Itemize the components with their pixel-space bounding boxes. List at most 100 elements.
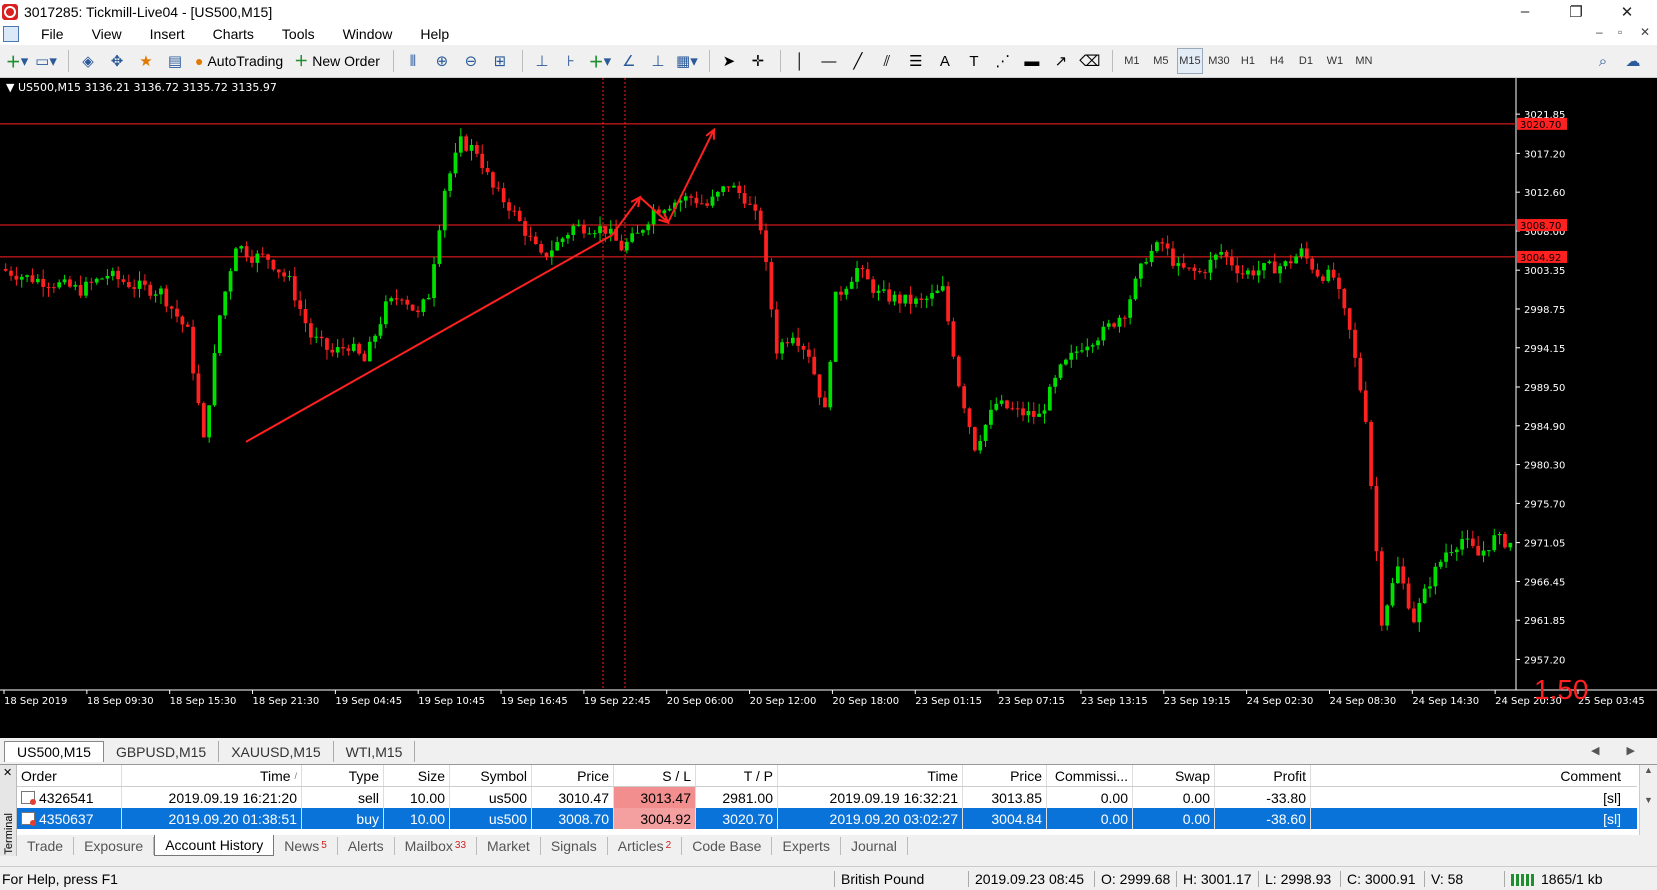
menu-insert[interactable]: Insert (136, 26, 199, 42)
terminal-toggle-icon[interactable]: ▤ (162, 48, 188, 74)
tab-journal[interactable]: Journal (841, 836, 908, 855)
profiles-icon[interactable]: ▭▾ (33, 48, 59, 74)
arrows-icon[interactable]: ↗ (1048, 48, 1074, 74)
col-sl[interactable]: S / L (614, 765, 696, 786)
candle-body (1363, 390, 1368, 422)
timeframe-m1[interactable]: M1 (1119, 48, 1145, 74)
col-close-price[interactable]: Price (963, 765, 1047, 786)
tab-alerts[interactable]: Alerts (338, 836, 395, 855)
cursor-icon[interactable]: ➤ (716, 48, 742, 74)
menu-charts[interactable]: Charts (199, 26, 268, 42)
menu-tools[interactable]: Tools (268, 26, 329, 42)
candle-body (919, 298, 924, 300)
chart-tab-us500[interactable]: US500,M15 (4, 741, 104, 762)
auto-scroll-icon[interactable]: ⊥ (529, 48, 555, 74)
col-symbol[interactable]: Symbol (450, 765, 532, 786)
zoom-out-icon[interactable]: ⊖ (458, 48, 484, 74)
tab-mailbox[interactable]: Mailbox 33 (395, 836, 478, 855)
crosshair-icon[interactable]: ✛ (745, 48, 771, 74)
templates-icon[interactable]: ⊥ (645, 48, 671, 74)
table-scrollbar[interactable]: ▲ ▼ (1639, 765, 1657, 835)
market-watch-icon[interactable]: ◈ (75, 48, 101, 74)
close-button[interactable]: ✕ (1604, 0, 1650, 23)
col-order[interactable]: Order (17, 765, 122, 786)
chart-tab-xauusd[interactable]: XAUUSD,M15 (219, 741, 334, 762)
timeframe-m30[interactable]: M30 (1206, 48, 1232, 74)
navigator-icon[interactable]: ✥ (104, 48, 130, 74)
col-tp[interactable]: T / P (696, 765, 778, 786)
text-label-icon[interactable]: T (961, 48, 987, 74)
col-commission[interactable]: Commissi... (1047, 765, 1133, 786)
menu-window[interactable]: Window (329, 26, 407, 42)
chart-tab-gbpusd[interactable]: GBPUSD,M15 (104, 741, 220, 762)
timeframe-m5[interactable]: M5 (1148, 48, 1174, 74)
timeframe-w1[interactable]: W1 (1322, 48, 1348, 74)
timeframe-h1[interactable]: H1 (1235, 48, 1261, 74)
chart-type-icon[interactable]: ⫴ (400, 48, 426, 74)
child-window-icon[interactable] (3, 26, 19, 42)
table-row[interactable]: 4326541 2019.09.19 16:21:20 sell 10.00 u… (17, 787, 1637, 808)
indicators-icon[interactable]: ＋ ▾ (587, 48, 613, 74)
tile-windows-icon[interactable]: ⊞ (487, 48, 513, 74)
menu-help[interactable]: Help (406, 26, 463, 42)
timeframe-mn[interactable]: MN (1351, 48, 1377, 74)
candle-body (212, 353, 217, 406)
chart-tab-wti[interactable]: WTI,M15 (334, 741, 416, 762)
col-price[interactable]: Price (532, 765, 614, 786)
chart-shift-icon[interactable]: ⊦ (558, 48, 584, 74)
zoom-in-icon[interactable]: ⊕ (429, 48, 455, 74)
gann-icon[interactable]: ⋰ (990, 48, 1016, 74)
col-time[interactable]: Time / (122, 765, 302, 786)
tab-news[interactable]: News 5 (274, 836, 338, 855)
fibonacci-icon[interactable]: ☰ (903, 48, 929, 74)
price-chart[interactable]: 3021.85 3017.20 3012.60 3008.00 3003.35 2998.… (0, 78, 1657, 738)
chart-tab-scroll[interactable]: ◀ ▶ (1591, 744, 1647, 757)
shapes-icon[interactable]: ▬ (1019, 48, 1045, 74)
chart-canvas[interactable]: 3021.853017.203012.603008.003003.352998.… (0, 78, 1657, 738)
toolbar: ＋ ▾ ▭▾ ◈ ✥ ★ ▤ ● AutoTrading ＋ New Order ⫴ … (0, 45, 1657, 78)
autotrading-button[interactable]: ● AutoTrading (191, 48, 287, 74)
tab-trade[interactable]: Trade (17, 836, 75, 855)
tab-articles[interactable]: Articles 2 (608, 836, 683, 855)
mdi-restore-button[interactable]: ▫ (1618, 25, 1622, 39)
terminal-close-button[interactable]: ✕ (3, 766, 12, 779)
favorites-icon[interactable]: ★ (133, 48, 159, 74)
tab-exposure[interactable]: Exposure (74, 836, 155, 855)
new-chart-icon[interactable]: ＋ ▾ (4, 48, 30, 74)
text-icon[interactable]: A (932, 48, 958, 74)
tab-market[interactable]: Market (477, 836, 541, 855)
menu-file[interactable]: File (27, 26, 78, 42)
minimize-button[interactable]: – (1502, 0, 1548, 23)
tab-account-history[interactable]: Account History (154, 835, 275, 856)
col-close-time[interactable]: Time (778, 765, 963, 786)
tab-code-base[interactable]: Code Base (682, 836, 773, 855)
col-profit[interactable]: Profit (1215, 765, 1311, 786)
timeframe-d1[interactable]: D1 (1293, 48, 1319, 74)
col-type[interactable]: Type (302, 765, 384, 786)
new-order-button[interactable]: ＋ New Order (290, 48, 384, 74)
trendline-icon[interactable]: ╱ (845, 48, 871, 74)
mdi-close-button[interactable]: ✕ (1640, 25, 1650, 39)
col-size[interactable]: Size (384, 765, 450, 786)
chat-icon[interactable]: ☁ (1620, 48, 1646, 74)
menu-view[interactable]: View (78, 26, 136, 42)
restore-button[interactable]: ❐ (1553, 0, 1599, 23)
mdi-minimize-button[interactable]: – (1596, 25, 1603, 39)
col-swap[interactable]: Swap (1133, 765, 1215, 786)
table-row-selected[interactable]: 4350637 2019.09.20 01:38:51 buy 10.00 us… (17, 808, 1637, 829)
col-comment[interactable]: Comment (1311, 765, 1625, 786)
search-icon[interactable]: ⌕ (1590, 48, 1616, 74)
channel-icon[interactable]: ⫽ (874, 48, 900, 74)
tab-experts[interactable]: Experts (772, 836, 841, 855)
candle-body (732, 185, 736, 188)
vertical-line-icon[interactable]: │ (787, 48, 813, 74)
timeframe-m15[interactable]: M15 (1176, 48, 1203, 74)
candle-body (1230, 256, 1234, 266)
candle-body (105, 276, 110, 279)
period-icon[interactable]: ∠ (616, 48, 642, 74)
timeframe-h4[interactable]: H4 (1264, 48, 1290, 74)
horizontal-line-icon[interactable]: — (816, 48, 842, 74)
chart-templates-icon[interactable]: ▦▾ (674, 48, 700, 74)
eraser-icon[interactable]: ⌫ (1077, 48, 1103, 74)
tab-signals[interactable]: Signals (541, 836, 608, 855)
